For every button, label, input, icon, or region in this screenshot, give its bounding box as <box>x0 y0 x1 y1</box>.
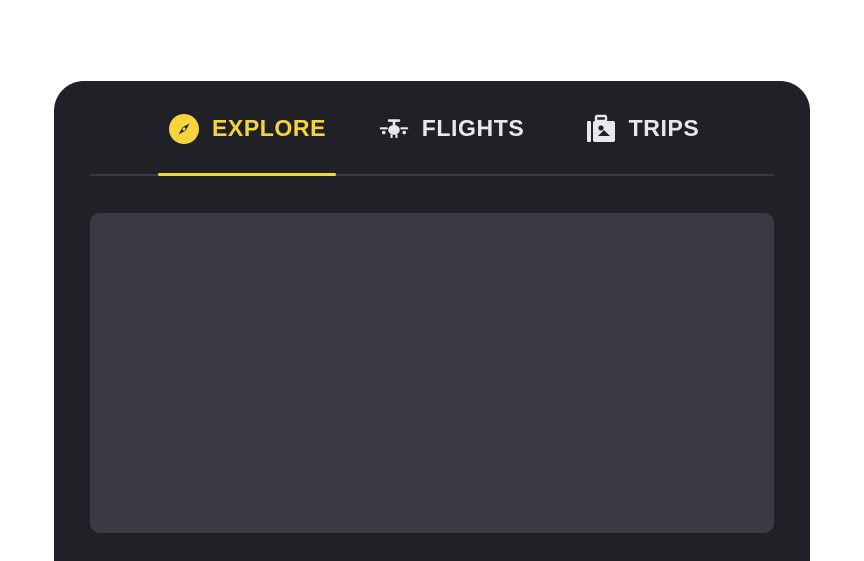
tab-trips[interactable]: TRIPS <box>580 81 704 176</box>
app-card: EXPLORE FLIGHTS TRIPS <box>54 81 810 561</box>
content-panel <box>90 213 774 533</box>
compass-icon <box>168 113 200 145</box>
plane-icon <box>378 113 410 145</box>
tab-trips-label: TRIPS <box>628 115 700 141</box>
tab-explore-label: EXPLORE <box>211 115 327 141</box>
luggage-icon <box>585 113 617 145</box>
tab-flights[interactable]: FLIGHTS <box>373 81 529 176</box>
tab-bar: EXPLORE FLIGHTS TRIPS <box>90 81 774 176</box>
active-tab-indicator <box>158 173 336 176</box>
tab-flights-label: FLIGHTS <box>421 115 525 141</box>
tab-explore[interactable]: EXPLORE <box>158 81 336 176</box>
